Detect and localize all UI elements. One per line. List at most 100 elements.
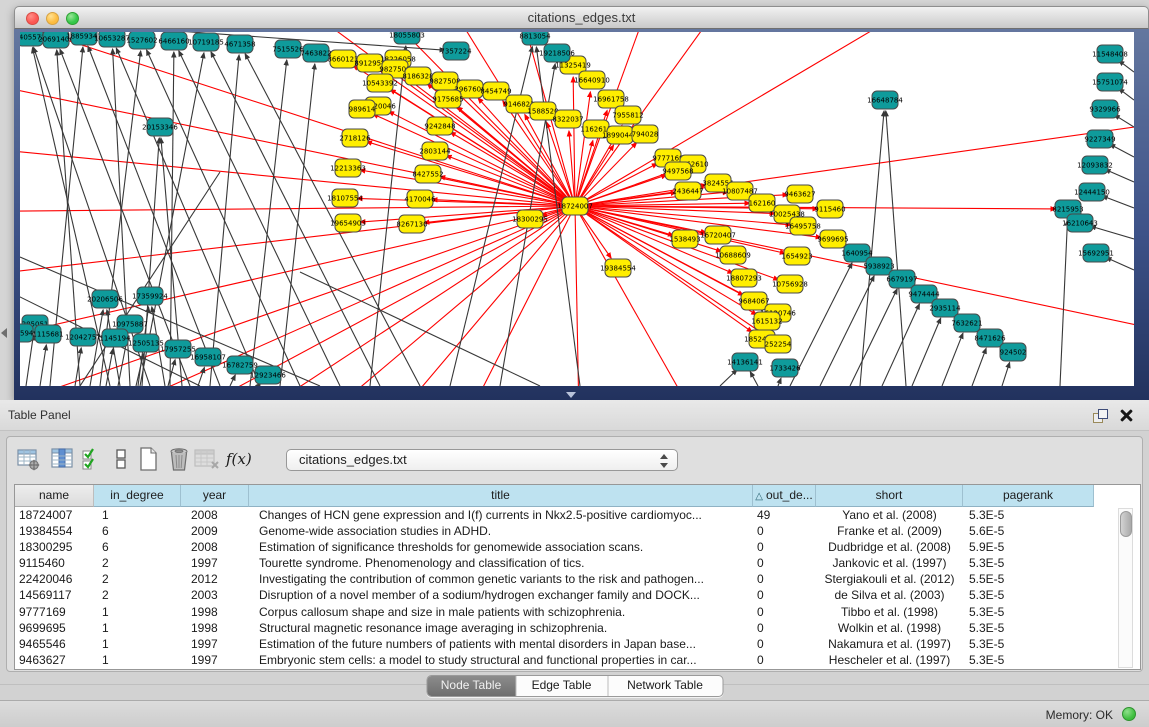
graph-edge[interactable] (972, 348, 986, 386)
table-cell: Investigating the contribution of common… (249, 571, 753, 587)
close-panel-icon[interactable] (1120, 409, 1133, 422)
graph-edge[interactable] (230, 375, 235, 386)
column-header-short[interactable]: short (816, 485, 963, 507)
graph-edge[interactable] (20, 206, 575, 212)
graph-edge[interactable] (20, 206, 575, 282)
table-row[interactable]: 1938455462009Genome-wide association stu… (15, 523, 1140, 539)
graph-edge[interactable] (1110, 144, 1134, 157)
column-visibility-button[interactable] (50, 446, 76, 472)
graph-edge[interactable] (1114, 115, 1134, 127)
table-cell: 1 (94, 652, 181, 668)
trash-icon (167, 446, 191, 472)
table-row[interactable]: 946362711997Embryonic stem cells: a mode… (15, 652, 1140, 668)
graph-edge[interactable] (1105, 169, 1134, 182)
graph-edge[interactable] (1002, 362, 1010, 386)
table-row[interactable]: 946554611997Estimation of the future num… (15, 636, 1140, 652)
table-cell: Corpus callosum shape and size in male p… (249, 604, 753, 620)
table-row[interactable]: 2242004622012Investigating the contribut… (15, 571, 1140, 587)
table-cell: 6 (94, 539, 181, 555)
graph-node-label: 14136141 (727, 359, 763, 367)
close-window-icon[interactable] (26, 12, 39, 25)
network-graph[interactable]: 1872400786601238912954182260589827509105… (20, 32, 1134, 386)
minimize-window-icon[interactable] (46, 12, 59, 25)
table-row[interactable]: 911546021997Tourette syndrome. Phenomeno… (15, 555, 1140, 571)
graph-node-label: 8215953 (1052, 206, 1083, 214)
graph-edge[interactable] (26, 335, 33, 386)
table-cell: 2 (94, 587, 181, 603)
tab-edge-table[interactable]: Edge Table (515, 676, 607, 696)
table-row[interactable]: 977716911998Corpus callosum shape and si… (15, 604, 1140, 620)
table-cell: 1 (94, 604, 181, 620)
splitter-grip-icon[interactable] (566, 392, 576, 398)
graph-edge[interactable] (942, 333, 963, 386)
network-canvas[interactable]: 1872400786601238912954182260589827509105… (20, 32, 1134, 386)
graph-node-label: 7357224 (440, 48, 472, 56)
column-header-year[interactable]: year (181, 485, 249, 507)
delete-table-button[interactable] (193, 446, 219, 472)
graph-edge[interactable] (440, 206, 575, 386)
graph-edge[interactable] (20, 142, 575, 206)
table-cell: Jankovic et al. (1997) (816, 555, 963, 571)
graph-node-label: 8427552 (412, 171, 443, 179)
graph-edge[interactable] (350, 206, 575, 386)
graph-edge[interactable] (106, 349, 113, 386)
memory-ok-indicator[interactable] (1122, 707, 1136, 721)
table-selector-dropdown[interactable]: citations_edges.txt (286, 449, 678, 471)
table-cell: 49 (753, 507, 816, 523)
scrollbar-thumb[interactable] (1120, 511, 1132, 537)
table-cell: Hescheler et al. (1997) (816, 652, 963, 668)
tab-network-table[interactable]: Network Table (607, 676, 722, 696)
graph-edge[interactable] (198, 367, 204, 386)
graph-node-label: 1640954 (841, 250, 873, 258)
graph-edge[interactable] (820, 276, 874, 386)
graph-edge[interactable] (750, 372, 758, 386)
column-header-title[interactable]: title (249, 485, 753, 507)
select-columns-button[interactable] (81, 446, 107, 472)
column-header-out_de[interactable]: △out_de... (753, 485, 816, 507)
graph-edge[interactable] (720, 370, 737, 386)
graph-node-label: 11325419 (555, 62, 591, 70)
vertical-scrollbar[interactable] (1118, 508, 1133, 668)
graph-edge[interactable] (575, 92, 590, 206)
tab-node-table[interactable]: Node Table (427, 676, 515, 696)
column-header-label: name (39, 488, 69, 502)
memory-status-label: Memory: OK (1046, 708, 1113, 722)
graph-edge[interactable] (850, 289, 897, 386)
graph-edge[interactable] (1102, 196, 1134, 208)
table-row[interactable]: 1872400712008Changes of HCN gene express… (15, 507, 1140, 523)
graph-node-label: 10975887 (112, 321, 148, 329)
column-header-name[interactable]: name (15, 485, 94, 507)
table-cell: Estimation of the future numbers of pati… (249, 636, 753, 652)
column-header-pagerank[interactable]: pagerank (963, 485, 1094, 507)
graph-edge[interactable] (280, 64, 315, 386)
function-builder-button[interactable]: f(x) (226, 446, 256, 472)
graph-edge[interactable] (1060, 220, 1068, 386)
collapse-left-panel-icon[interactable] (1, 328, 7, 338)
graph-edge[interactable] (40, 345, 46, 386)
table-mode-button[interactable] (16, 446, 42, 472)
table-cell: 19384554 (15, 523, 94, 539)
table-row[interactable]: 1830029562008Estimation of significance … (15, 539, 1140, 555)
zoom-window-icon[interactable] (66, 12, 79, 25)
graph-node-label: 2803144 (419, 148, 451, 156)
graph-edge[interactable] (210, 55, 239, 386)
graph-edge[interactable] (147, 50, 300, 386)
delete-column-button[interactable] (167, 446, 193, 472)
table-cell: 0 (753, 523, 816, 539)
table-row[interactable]: 1456911722003Disruption of a novel membe… (15, 587, 1140, 603)
graph-edge[interactable] (778, 378, 781, 386)
row-height-button[interactable] (113, 446, 139, 472)
new-column-button[interactable] (137, 446, 163, 472)
delete-table-icon (193, 446, 221, 472)
graph-edge[interactable] (886, 111, 906, 386)
graph-edge[interactable] (575, 206, 580, 386)
graph-edge[interactable] (575, 206, 720, 386)
graph-edge[interactable] (912, 318, 941, 386)
float-panel-icon[interactable] (1093, 409, 1107, 423)
graph-node-label: 8813054 (519, 33, 551, 41)
column-header-in_degree[interactable]: in_degree (94, 485, 181, 507)
table-row[interactable]: 969969511998Structural magnetic resonanc… (15, 620, 1140, 636)
window-titlebar[interactable]: citations_edges.txt (14, 6, 1149, 29)
graph-edge[interactable] (1091, 226, 1134, 239)
graph-edge[interactable] (1106, 257, 1134, 270)
